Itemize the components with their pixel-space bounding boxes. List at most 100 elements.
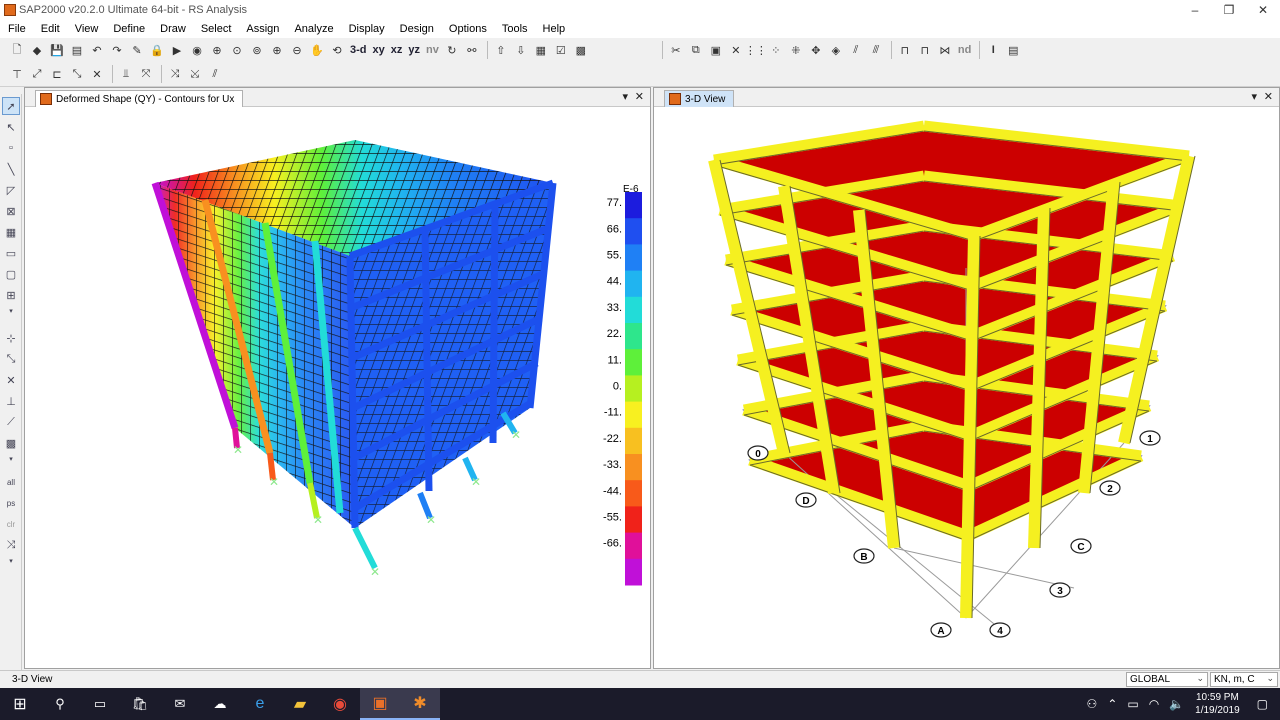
battery-icon[interactable]: ▭: [1127, 697, 1138, 711]
print-icon[interactable]: ▤: [68, 41, 86, 59]
edit-pencil-icon[interactable]: ✎: [128, 41, 146, 59]
draw-frame-icon[interactable]: ⊤: [8, 65, 26, 83]
view-yz-button[interactable]: yz: [406, 41, 422, 59]
run-now-icon[interactable]: ◉: [188, 41, 206, 59]
snap-perpendicular-icon[interactable]: ⊥: [2, 392, 20, 410]
menu-design[interactable]: Design: [400, 23, 434, 35]
chevron-up-icon[interactable]: ⌃: [1107, 697, 1117, 711]
units-select[interactable]: KN, m, C ⌄: [1210, 672, 1278, 687]
rotate-3d-icon[interactable]: ↻: [443, 41, 461, 59]
snap-point-icon[interactable]: ⊹: [2, 329, 20, 347]
divide-icon[interactable]: ⫻: [867, 41, 885, 59]
cloud-app-icon[interactable]: ☁: [200, 688, 240, 720]
menu-select[interactable]: Select: [201, 23, 232, 35]
shaded-view-icon[interactable]: ▩: [572, 41, 590, 59]
assign-load-icon[interactable]: ⫫: [117, 65, 135, 83]
undo-icon[interactable]: ↶: [88, 41, 106, 59]
people-icon[interactable]: ⚇: [1087, 697, 1098, 711]
search-icon[interactable]: ⚲: [40, 688, 80, 720]
menu-tools[interactable]: Tools: [502, 23, 528, 35]
draw-line-icon[interactable]: ╲: [2, 160, 20, 178]
app-orange-icon[interactable]: ▣: [360, 688, 400, 720]
coord-system-select[interactable]: GLOBAL ⌄: [1126, 672, 1208, 687]
snap-intersection-icon[interactable]: ✕: [2, 371, 20, 389]
zoom-window-icon[interactable]: ⊕: [208, 41, 226, 59]
move-down-icon[interactable]: ⇩: [512, 41, 530, 59]
snap-grid-icon[interactable]: ▩: [2, 434, 20, 452]
zoom-all-icon[interactable]: ⊚: [248, 41, 266, 59]
zoom-out-icon[interactable]: ⊖: [288, 41, 306, 59]
tab-3d-view[interactable]: 3-D View: [664, 90, 735, 107]
start-windows-icon[interactable]: ⊞: [0, 688, 40, 720]
window-list-icon[interactable]: ▾: [1251, 90, 1257, 103]
rotate-icon[interactable]: ⟲: [328, 41, 346, 59]
copy-icon[interactable]: ⧉: [687, 41, 705, 59]
draw-cable-icon[interactable]: ⤢: [28, 65, 46, 83]
nd-button[interactable]: nd: [956, 41, 973, 59]
taskbar-clock[interactable]: 10:59 PM 1/19/2019: [1195, 691, 1240, 717]
reshape-icon[interactable]: ↖: [2, 118, 20, 136]
menu-file[interactable]: File: [8, 23, 26, 35]
draw-solid-icon[interactable]: ⊞: [2, 286, 20, 304]
draw-link-icon[interactable]: ⊏: [48, 65, 66, 83]
zoom-restore-icon[interactable]: ⊙: [228, 41, 246, 59]
section-i-icon[interactable]: I: [984, 41, 1002, 59]
menu-display[interactable]: Display: [349, 23, 385, 35]
draw-point-icon[interactable]: ▫: [2, 139, 20, 157]
expand-arrow-icon[interactable]: ▾: [2, 455, 20, 463]
view-xz-button[interactable]: xz: [389, 41, 405, 59]
run-analysis-icon[interactable]: ▶: [168, 41, 186, 59]
move-icon[interactable]: ✥: [807, 41, 825, 59]
volume-icon[interactable]: 🔈: [1169, 697, 1184, 711]
3d-viewport[interactable]: 0 D B A 4 3 2 1 C: [654, 108, 1279, 668]
joints-icon[interactable]: ⁘: [767, 41, 785, 59]
assign-frame-icon[interactable]: ⤧: [137, 65, 155, 83]
maximize-button[interactable]: ❐: [1212, 0, 1246, 20]
minimize-button[interactable]: –: [1178, 0, 1212, 20]
expand-arrow-icon[interactable]: ▾: [2, 307, 20, 315]
store-icon[interactable]: 🛍: [120, 688, 160, 720]
expand-arrow-icon[interactable]: ▾: [2, 557, 20, 565]
move-up-icon[interactable]: ⇧: [492, 41, 510, 59]
menu-analyze[interactable]: Analyze: [294, 23, 333, 35]
wifi-icon[interactable]: ◠: [1149, 697, 1159, 711]
menu-define[interactable]: Define: [113, 23, 145, 35]
cut-icon[interactable]: ✂: [667, 41, 685, 59]
open-file-icon[interactable]: ◆: [28, 41, 46, 59]
extrude-icon[interactable]: ⫽: [847, 41, 865, 59]
frame-draw-icon[interactable]: ⊓: [896, 41, 914, 59]
deformed-shape-viewport[interactable]: ✕ ✕ ✕ ✕ ✕ ✕ ✕ E-6 77. 66. 55. 44. 33. 22. 11. 0. -1…: [25, 108, 650, 668]
show-deformed-icon[interactable]: ⫽: [206, 65, 224, 83]
constraint-icon[interactable]: ◈: [827, 41, 845, 59]
window-list-icon[interactable]: ▾: [622, 90, 628, 103]
menu-help[interactable]: Help: [543, 23, 566, 35]
check-icon[interactable]: ☑: [552, 41, 570, 59]
menu-options[interactable]: Options: [449, 23, 487, 35]
draw-special-icon[interactable]: ⤡: [68, 65, 86, 83]
select-all-icon[interactable]: all: [2, 473, 20, 491]
new-file-icon[interactable]: 🗋: [8, 41, 26, 59]
redo-icon[interactable]: ↷: [108, 41, 126, 59]
close-window-icon[interactable]: ✕: [1264, 90, 1273, 103]
view-xy-button[interactable]: xy: [371, 41, 387, 59]
delete-icon[interactable]: ✕: [727, 41, 745, 59]
notifications-icon[interactable]: ▢: [1257, 697, 1268, 711]
intersecting-line-icon[interactable]: ⤨: [2, 536, 20, 554]
tab-deformed-shape[interactable]: Deformed Shape (QY) - Contours for Ux: [35, 90, 244, 107]
draw-cross-icon[interactable]: ⊠: [2, 202, 20, 220]
chrome-icon[interactable]: ◉: [320, 688, 360, 720]
clear-selection-icon[interactable]: clr: [2, 515, 20, 533]
draw-poly-icon[interactable]: ▢: [2, 265, 20, 283]
menu-draw[interactable]: Draw: [160, 23, 186, 35]
show-forces-icon[interactable]: ⤨: [166, 65, 184, 83]
view-nv-button[interactable]: nv: [424, 41, 441, 59]
menu-view[interactable]: View: [75, 23, 99, 35]
sap2000-taskbar-icon[interactable]: ✱: [400, 688, 440, 720]
close-window-icon[interactable]: ✕: [635, 90, 644, 103]
brace-draw-icon[interactable]: ⋈: [936, 41, 954, 59]
save-icon[interactable]: 💾: [48, 41, 66, 59]
view-3d-button[interactable]: 3-d: [348, 41, 369, 59]
show-stress-icon[interactable]: ⤩: [186, 65, 204, 83]
lock-icon[interactable]: 🔒: [148, 41, 166, 59]
edge-browser-icon[interactable]: e: [240, 688, 280, 720]
